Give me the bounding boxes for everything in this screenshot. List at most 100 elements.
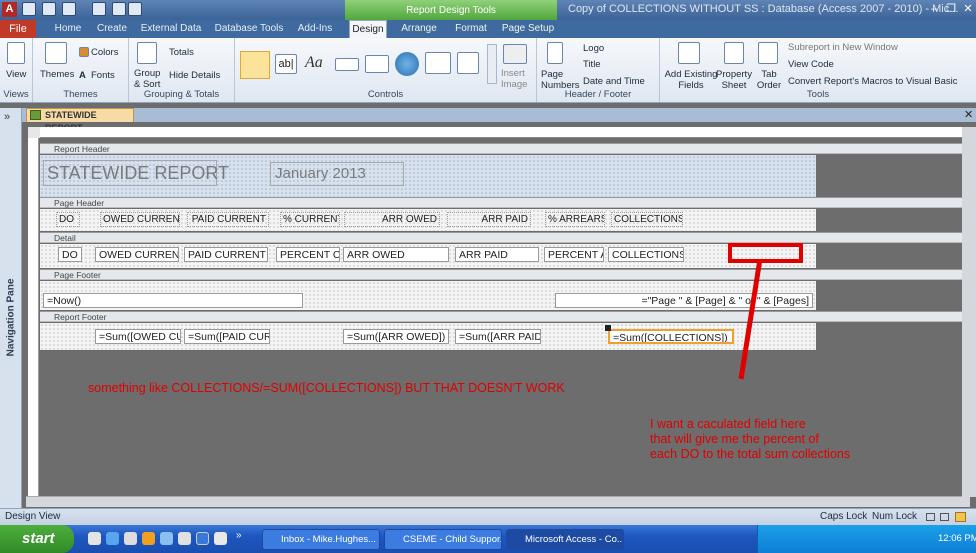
taskbar-button-access[interactable]: Microsoft Access - Co... — [506, 529, 624, 550]
tab-home[interactable]: Home — [48, 20, 88, 38]
form-view-icon[interactable] — [926, 513, 935, 521]
view-button[interactable]: View — [6, 69, 26, 80]
footer-sum-arr-paid[interactable]: =Sum([ARR PAID] — [455, 329, 541, 344]
navigation-control-icon[interactable] — [425, 52, 451, 74]
page-footer-page-number[interactable]: ="Page " & [Page] & " of " & [Pages] — [555, 293, 813, 308]
tab-control-icon[interactable] — [365, 55, 389, 73]
tab-page-setup[interactable]: Page Setup — [500, 20, 556, 38]
totals-button[interactable]: Totals — [169, 47, 194, 58]
quick-launch-icon[interactable] — [214, 532, 227, 545]
save-icon[interactable] — [22, 2, 36, 16]
themes-button[interactable]: Themes — [40, 69, 74, 80]
hyperlink-icon[interactable] — [395, 52, 419, 76]
detail-field-owed-current[interactable]: OWED CURRENT — [95, 247, 179, 262]
detail-field-paid-current[interactable]: PAID CURRENT — [184, 247, 268, 262]
tab-database-tools[interactable]: Database Tools — [210, 20, 288, 38]
minimize-button[interactable]: – — [926, 2, 942, 16]
page-numbers-button[interactable]: Page Numbers — [541, 69, 580, 91]
view-code-button[interactable]: View Code — [788, 59, 834, 70]
colors-button[interactable]: Colors — [91, 47, 118, 58]
start-button[interactable]: start — [0, 525, 74, 553]
label-icon[interactable]: Aa — [305, 54, 323, 72]
tab-format[interactable]: Format — [448, 20, 494, 38]
close-document-icon[interactable]: ✕ — [964, 108, 973, 121]
header-label-do[interactable]: DO — [56, 212, 80, 227]
close-button[interactable]: ✕ — [960, 2, 976, 16]
quick-launch-icon[interactable] — [88, 532, 101, 545]
taskbar-button-cseme[interactable]: CSEME - Child Suppor... — [384, 529, 502, 550]
horizontal-scrollbar[interactable] — [26, 496, 970, 507]
vertical-scrollbar[interactable] — [962, 127, 976, 497]
tab-add-ins[interactable]: Add-Ins — [292, 20, 338, 38]
select-pointer-icon[interactable] — [240, 51, 270, 79]
word-icon[interactable] — [196, 532, 209, 545]
redo-icon[interactable] — [62, 2, 76, 16]
quick-launch-icon[interactable] — [178, 532, 191, 545]
footer-sum-owed-current[interactable]: =Sum([OWED CU — [95, 329, 181, 344]
detail-field-percent-arrears[interactable]: PERCENT AR — [544, 247, 604, 262]
selection-handle[interactable] — [605, 325, 611, 331]
insert-image-button[interactable]: Insert Image — [501, 68, 535, 90]
document-tab[interactable]: STATEWIDE REPORT — [26, 108, 134, 133]
footer-sum-collections[interactable]: =Sum([COLLECTIONS]) — [608, 329, 734, 344]
quick-access-icon[interactable] — [128, 2, 142, 16]
undo-icon[interactable] — [42, 2, 56, 16]
detail-field-arr-owed[interactable]: ARR OWED — [343, 247, 449, 262]
quick-launch-icon[interactable] — [124, 532, 137, 545]
access-app-icon[interactable]: A — [2, 2, 17, 17]
section-page-header[interactable]: Page Header — [40, 197, 970, 208]
quick-access-icon[interactable] — [112, 2, 126, 16]
detail-field-do[interactable]: DO — [58, 247, 82, 262]
report-view-icon[interactable] — [940, 513, 949, 521]
convert-macros-button[interactable]: Convert Report's Macros to Visual Basic — [788, 76, 958, 87]
section-detail[interactable]: Detail — [40, 232, 970, 243]
nav-pane-chevron-icon[interactable]: » — [4, 111, 10, 123]
button-control-icon[interactable] — [335, 58, 359, 71]
detail-field-percent-current[interactable]: PERCENT CU — [276, 247, 340, 262]
footer-sum-paid-current[interactable]: =Sum([PAID CURI — [184, 329, 270, 344]
header-label-pct-current[interactable]: % CURRENT — [280, 212, 340, 227]
option-group-icon[interactable] — [457, 52, 479, 74]
detail-field-arr-paid[interactable]: ARR PAID — [455, 247, 539, 262]
tab-external-data[interactable]: External Data — [138, 20, 204, 38]
tab-order-button[interactable]: Tab Order — [756, 69, 782, 91]
quick-launch-chevron-icon[interactable]: » — [236, 530, 242, 541]
design-view-icon[interactable] — [955, 512, 966, 522]
header-label-arr-owed[interactable]: ARR OWED — [344, 212, 440, 227]
property-sheet-button[interactable]: Property Sheet — [716, 69, 752, 91]
clock[interactable]: 12:06 PM — [938, 525, 976, 553]
ie-icon[interactable] — [106, 532, 119, 545]
quick-access-icon[interactable] — [92, 2, 106, 16]
tab-file[interactable]: File — [0, 20, 36, 38]
date-time-button[interactable]: Date and Time — [583, 76, 645, 87]
section-page-footer[interactable]: Page Footer — [40, 269, 970, 280]
report-date-label[interactable]: January 2013 — [270, 162, 404, 186]
restore-button[interactable]: ❐ — [943, 2, 959, 16]
group-sort-button[interactable]: Group & Sort — [134, 68, 164, 90]
fonts-button[interactable]: Fonts — [91, 70, 115, 81]
page-footer-now[interactable]: =Now() — [43, 293, 303, 308]
footer-sum-arr-owed[interactable]: =Sum([ARR OWED]) — [343, 329, 449, 344]
title-button[interactable]: Title — [583, 59, 601, 70]
tab-arrange[interactable]: Arrange — [394, 20, 444, 38]
header-label-pct-arrears[interactable]: % ARREARS — [545, 212, 605, 227]
quick-launch-icon[interactable] — [160, 532, 173, 545]
hide-details-button[interactable]: Hide Details — [169, 70, 220, 81]
report-title-label[interactable]: STATEWIDE REPORT — [43, 160, 229, 186]
controls-gallery-scroll[interactable] — [487, 44, 497, 84]
header-label-paid-current[interactable]: PAID CURRENT — [187, 212, 269, 227]
taskbar-button-inbox[interactable]: Inbox - Mike.Hughes... — [262, 529, 380, 550]
header-label-arr-paid[interactable]: ARR PAID — [447, 212, 531, 227]
logo-button[interactable]: Logo — [583, 43, 604, 54]
section-report-footer[interactable]: Report Footer — [40, 311, 970, 322]
add-existing-fields-button[interactable]: Add Existing Fields — [664, 69, 718, 91]
section-report-header[interactable]: Report Header — [40, 143, 970, 154]
outlook-icon[interactable] — [142, 532, 155, 545]
header-label-owed-current[interactable]: OWED CURRENT — [100, 212, 180, 227]
tab-design[interactable]: Design — [349, 20, 387, 39]
header-label-collections[interactable]: COLLECTIONS — [611, 212, 683, 227]
subreport-new-window-button[interactable]: Subreport in New Window — [788, 42, 898, 53]
detail-field-collections[interactable]: COLLECTIONS — [608, 247, 684, 262]
textbox-icon[interactable]: ab| — [275, 54, 297, 74]
navigation-pane-label[interactable]: Navigation Pane — [6, 263, 17, 373]
